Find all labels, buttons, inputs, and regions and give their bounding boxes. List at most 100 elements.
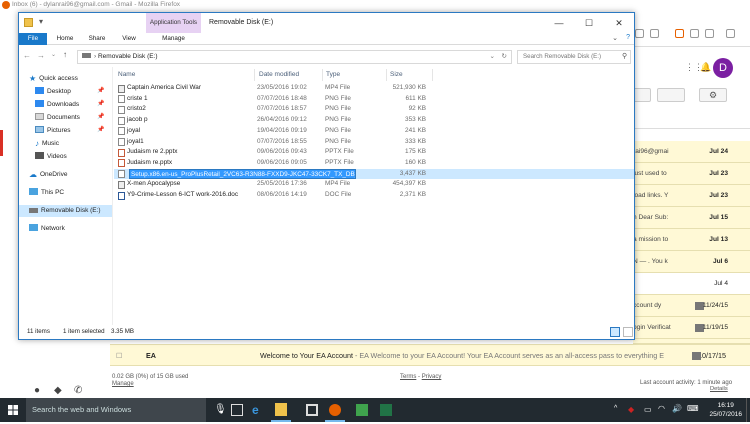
excel-icon[interactable]	[380, 404, 392, 416]
nav-removable-disk[interactable]: Removable Disk (E:)	[19, 205, 112, 217]
email-row[interactable]: a mission to Jul 13	[633, 229, 750, 251]
file-row[interactable]: jacob p 26/04/2016 09:12 PNG File 353 KB	[114, 115, 634, 126]
nav-videos[interactable]: Videos	[35, 151, 67, 163]
phone-icon[interactable]: ✆	[74, 385, 82, 396]
close-button[interactable]: ✕	[604, 13, 634, 33]
large-icons-view-icon[interactable]	[623, 327, 633, 337]
tab-file[interactable]: File	[19, 33, 47, 45]
hangouts-icon[interactable]: ◆	[54, 385, 62, 396]
nav-quick-access[interactable]: ★ Quick access	[29, 73, 78, 85]
privacy-link[interactable]: Privacy	[422, 374, 442, 380]
nav-music[interactable]: ♪ Music	[35, 138, 59, 150]
email-row[interactable]: N — . You k Jul 6	[633, 251, 750, 273]
older-button[interactable]	[633, 88, 651, 102]
show-desktop-button[interactable]	[746, 398, 750, 422]
details-view-icon[interactable]	[610, 327, 620, 337]
wifi-icon[interactable]: ◠	[658, 404, 665, 413]
maximize-button[interactable]: ☐	[574, 13, 604, 33]
search-input[interactable]: Search Removable Disk (E:)	[517, 50, 631, 64]
pocket-icon[interactable]	[675, 29, 684, 38]
notifications-icon[interactable]: 🔔	[700, 62, 711, 72]
nav-desktop[interactable]: Desktop	[35, 86, 71, 98]
recent-locations-icon[interactable]: ⌄	[51, 51, 56, 58]
home-icon[interactable]	[690, 29, 699, 38]
nav-downloads[interactable]: Downloads	[35, 99, 79, 111]
settings-gear-icon[interactable]: ⚙	[699, 88, 727, 102]
column-header-size[interactable]: Size	[390, 69, 403, 81]
extension-icon[interactable]	[726, 29, 735, 38]
firefox-taskbar-icon[interactable]	[329, 404, 341, 416]
column-header-type[interactable]: Type	[326, 69, 340, 81]
checkbox[interactable]: ☐	[116, 345, 122, 367]
file-explorer-icon[interactable]	[275, 403, 287, 416]
start-button[interactable]	[0, 398, 26, 422]
apps-grid-icon[interactable]: ⋮⋮⋮	[685, 62, 712, 72]
input-tools-button[interactable]	[657, 88, 685, 102]
email-row-ea[interactable]: ☐ EA Welcome to Your EA Account - EA Wel…	[110, 344, 750, 366]
email-row[interactable]: n Dear Sub: Jul 15	[633, 207, 750, 229]
email-row[interactable]: load links. Y Jul 23	[633, 185, 750, 207]
app-icon[interactable]	[356, 404, 368, 416]
context-tab-application-tools[interactable]: Application Tools Manage	[146, 13, 201, 44]
email-row[interactable]: just used to Jul 23	[633, 163, 750, 185]
file-row[interactable]: Setup.x86.en-us_ProPlusRetail_2VC63-R3N8…	[114, 168, 634, 180]
clock[interactable]: 16:19 25/07/2016	[709, 401, 742, 419]
store-icon[interactable]	[306, 404, 318, 416]
terms-link[interactable]: Terms	[400, 374, 416, 380]
address-dropdown-icon[interactable]: ⌄	[490, 51, 495, 63]
nav-onedrive[interactable]: ☁ OneDrive	[29, 169, 67, 181]
email-row[interactable]: ogin Verificat 11/19/15	[633, 317, 750, 339]
pin-icon[interactable]: 📌	[97, 126, 104, 133]
task-view-icon[interactable]	[231, 404, 243, 416]
minimize-button[interactable]: —	[544, 13, 574, 33]
battery-icon[interactable]: ▭	[644, 405, 652, 414]
pin-icon[interactable]: 📌	[97, 100, 104, 107]
tray-overflow-icon[interactable]: ^	[614, 405, 617, 412]
file-row[interactable]: X-men Apocalypse 25/05/2016 17:36 MP4 File…	[114, 179, 634, 190]
nav-this-pc[interactable]: This PC	[29, 187, 64, 199]
file-row[interactable]: cristo2 07/07/2016 18:57 PNG File 92 KB	[114, 104, 634, 115]
nav-network[interactable]: Network	[29, 223, 65, 235]
taskbar-search[interactable]: Search the web and Windows	[26, 398, 206, 422]
volume-icon[interactable]: 🔊	[672, 404, 682, 413]
edge-icon[interactable]: e	[252, 404, 264, 416]
nav-pictures[interactable]: Pictures	[35, 125, 70, 137]
nav-documents[interactable]: Documents	[35, 112, 80, 124]
antivirus-icon[interactable]: ◆	[628, 405, 634, 414]
tab-share[interactable]: Share	[83, 33, 111, 45]
keyboard-icon[interactable]: ⌨	[687, 404, 699, 413]
file-row[interactable]: Judaism re.pptx 09/06/2016 09:05 PPTX File…	[114, 158, 634, 169]
contacts-icon[interactable]: ●	[34, 385, 40, 396]
tab-home[interactable]: Home	[51, 33, 79, 45]
tab-view[interactable]: View	[115, 33, 143, 45]
quick-access-toolbar-icon[interactable]: ▾	[39, 17, 43, 26]
microphone-icon[interactable]: 🎙	[214, 404, 227, 415]
forward-icon[interactable]: →	[37, 51, 45, 60]
details-link[interactable]: Details	[710, 386, 728, 392]
file-row[interactable]: Y9-Crime-Lesson 6-ICT work-2016.doc 08/06…	[114, 190, 634, 201]
file-row[interactable]: joyal1 07/07/2016 18:55 PNG File 333 KB	[114, 137, 634, 148]
address-bar[interactable]: › Removable Disk (E:) ⌄ ↻	[77, 50, 512, 64]
help-icon[interactable]: ?	[626, 34, 630, 41]
rename-input[interactable]: Setup.x86.en-us_ProPlusRetail_2VC63-R3N8…	[129, 168, 356, 179]
expand-ribbon-icon[interactable]: ⌄	[612, 34, 618, 42]
pin-icon[interactable]: 📌	[97, 87, 104, 94]
refresh-icon[interactable]: ↻	[502, 51, 507, 63]
email-row[interactable]: Jul 4	[633, 273, 750, 295]
email-row[interactable]: ccount dy 11/24/15	[633, 295, 750, 317]
up-icon[interactable]: ↑	[63, 50, 67, 59]
toolbar-icon[interactable]	[635, 29, 644, 38]
tab-manage[interactable]: Manage	[146, 33, 201, 44]
file-row[interactable]: Captain America Civil War 23/05/2016 19:0…	[114, 83, 634, 94]
file-row[interactable]: criste 1 07/07/2016 18:48 PNG File 611 KB	[114, 94, 634, 105]
manage-link[interactable]: Manage	[112, 381, 134, 387]
menu-icon[interactable]	[705, 29, 714, 38]
column-header-name[interactable]: Name	[118, 69, 135, 81]
account-avatar[interactable]: D	[713, 58, 733, 78]
toolbar-icon[interactable]	[650, 29, 659, 38]
pin-icon[interactable]: 📌	[97, 113, 104, 120]
file-row[interactable]: joyal 19/04/2016 09:19 PNG File 241 KB	[114, 126, 634, 137]
breadcrumb[interactable]: Removable Disk (E:)	[98, 53, 158, 60]
email-row[interactable]: rai96@gmai Jul 24	[633, 141, 750, 163]
column-header-date[interactable]: Date modified	[259, 69, 299, 81]
